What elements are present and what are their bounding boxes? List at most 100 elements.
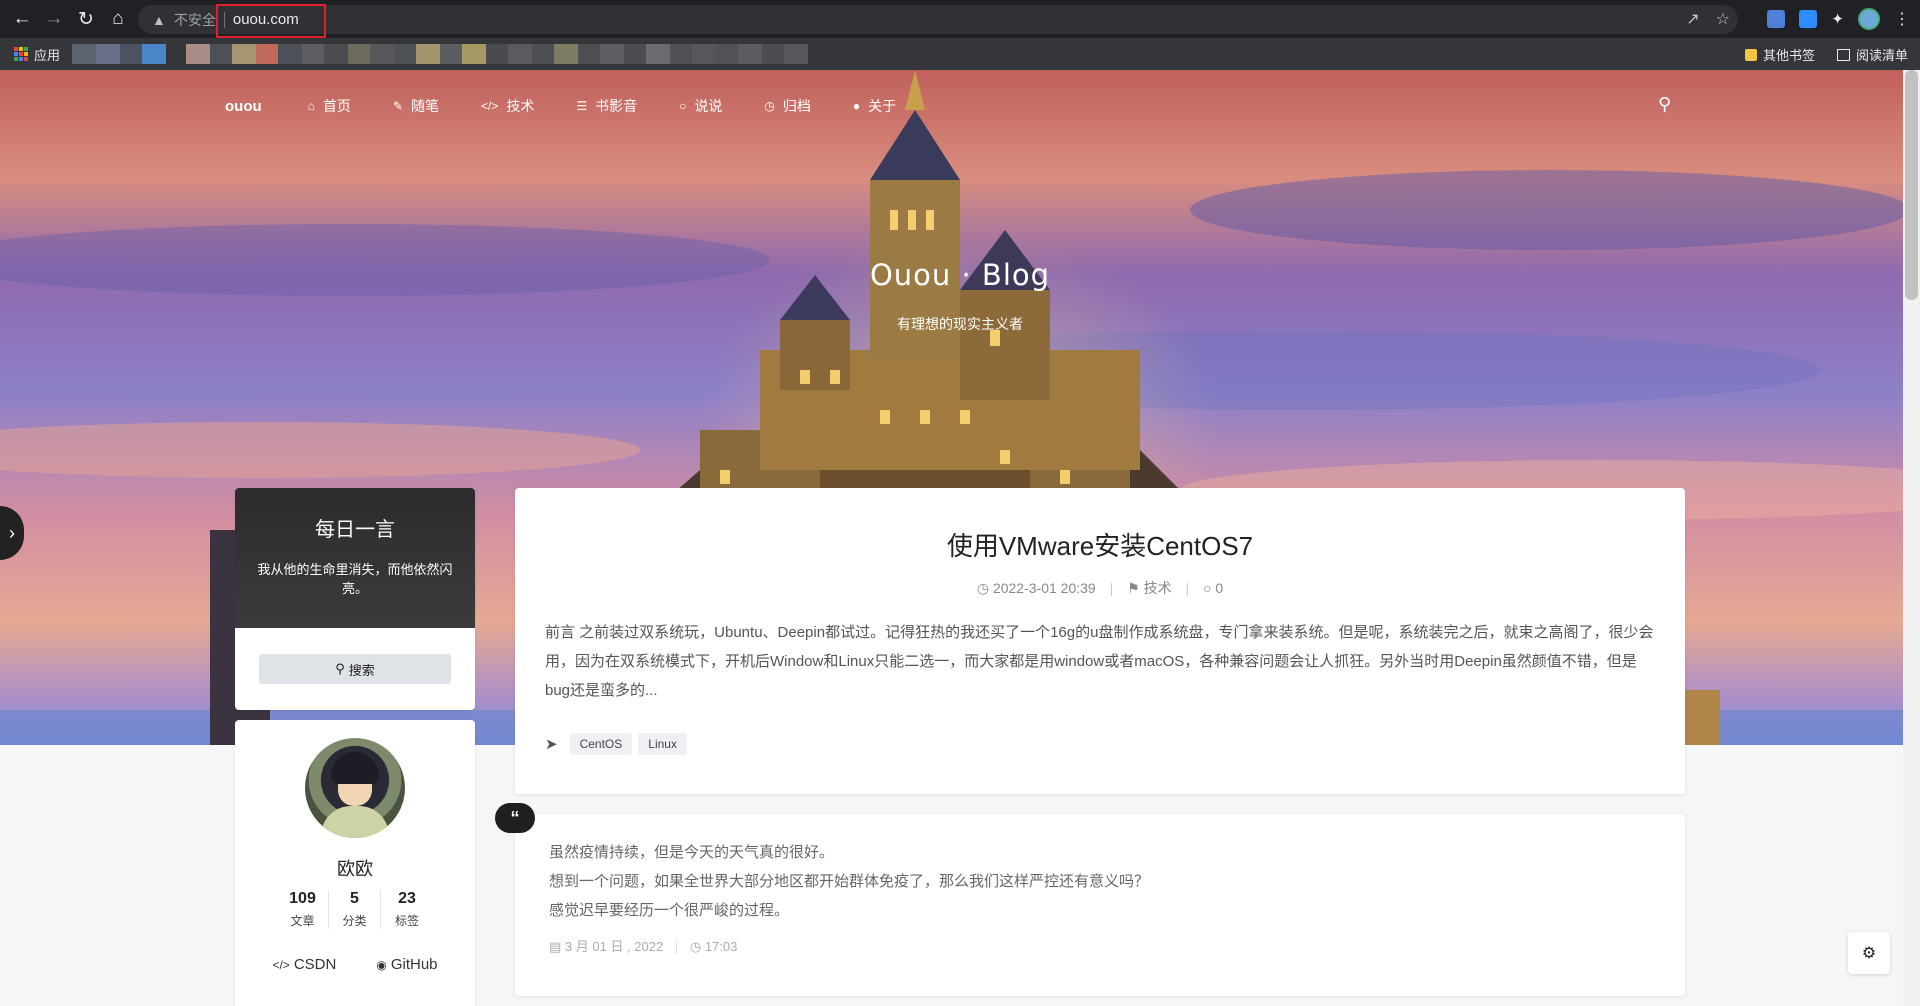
- home-button[interactable]: ⌂: [102, 3, 134, 35]
- avatar[interactable]: [305, 738, 405, 838]
- profile-name: 欧欧: [337, 859, 373, 879]
- profile-avatar[interactable]: [1858, 8, 1880, 30]
- site-navbar: ouou ⌂ 首页 ✎ 随笔 </> 技术 ☰ 书影音 ○ 说说 ◷ 归档 ● 关于: [225, 96, 938, 116]
- code-icon: </>: [272, 958, 290, 972]
- nav-label: 关于: [868, 98, 897, 114]
- chevron-right-icon: ›: [9, 522, 15, 543]
- clock-icon: ◷: [764, 99, 775, 113]
- bookmark-icon: ⚑: [1127, 580, 1140, 596]
- book-icon: ☰: [576, 99, 588, 113]
- talk-meta: ▤ 3 月 01 日 , 2022 | ◷ 17:03: [549, 936, 737, 955]
- web-page: ouou ⌂ 首页 ✎ 随笔 </> 技术 ☰ 书影音 ○ 说说 ◷ 归档 ● 关于 ⚲ Ou…: [0, 70, 1920, 1006]
- clock-icon: ◷: [976, 580, 990, 596]
- pencil-icon: ✎: [392, 99, 403, 113]
- calendar-icon: ▤: [549, 939, 562, 954]
- stat-categories[interactable]: 5 分类: [329, 890, 381, 929]
- nav-label: 首页: [322, 98, 351, 114]
- post-comments[interactable]: 0: [1215, 580, 1223, 596]
- browser-toolbar: ← → ↻ ⌂ ▲ 不安全 ouou.com ↗ ☆ ✦ ⋮: [0, 0, 1920, 38]
- other-bookmarks[interactable]: 其他书签: [1744, 45, 1815, 64]
- clock-icon: ◷: [689, 939, 702, 954]
- divider: |: [1185, 580, 1190, 596]
- daily-quote-card: 每日一言 我从他的生命里消失，而他依然闪亮。 ⚲ 搜索: [235, 488, 475, 710]
- link-label: CSDN: [293, 956, 337, 973]
- forward-button[interactable]: →: [38, 3, 70, 35]
- security-label: 不安全: [173, 11, 216, 28]
- talk-line: 想到一个问题，如果全世界大部分地区都开始群体免疫了，那么我们这样严控还有意义吗？: [549, 873, 1150, 890]
- csdn-link[interactable]: </> CSDN: [272, 956, 336, 973]
- nav-archive[interactable]: ◷ 归档: [764, 96, 810, 116]
- other-bookmarks-label: 其他书签: [1762, 47, 1815, 63]
- hero-subtitle: 有理想的现实主义者: [897, 316, 1023, 332]
- nav-label: 说说: [694, 98, 723, 114]
- user-icon: ●: [852, 99, 861, 113]
- stat-articles[interactable]: 109 文章: [277, 890, 329, 929]
- comment-icon: ○: [1203, 580, 1212, 596]
- search-icon: ⚲: [335, 661, 345, 676]
- nav-essay[interactable]: ✎ 随笔: [393, 96, 439, 116]
- blurred-bookmarks[interactable]: [72, 44, 809, 64]
- nav-label: 随笔: [410, 98, 439, 114]
- post-tags: ➤ CentOS Linux: [545, 733, 687, 755]
- scrollbar[interactable]: [1903, 70, 1920, 1006]
- github-icon: ◉: [376, 958, 387, 972]
- home-icon: ⌂: [307, 99, 315, 113]
- post-title[interactable]: 使用VMware安装CentOS7: [515, 526, 1685, 563]
- post-category[interactable]: 技术: [1144, 580, 1172, 596]
- warning-icon: ▲: [152, 11, 166, 28]
- stat-number: 5: [350, 890, 359, 907]
- nav-media[interactable]: ☰ 书影音: [576, 96, 637, 116]
- talk-content: 虽然疫情持续，但是今天的天气真的很好。 想到一个问题，如果全世界大部分地区都开始…: [549, 838, 1149, 925]
- gear-icon: ⚙: [1861, 945, 1877, 962]
- talk-time: 17:03: [704, 939, 738, 954]
- nav-label: 书影音: [595, 98, 638, 114]
- search-button-label: 搜索: [348, 662, 375, 678]
- post-meta: ◷ 2022-3-01 20:39 | ⚑ 技术 | ○ 0: [515, 578, 1685, 598]
- post-excerpt: 前言 之前装过双系统玩，Ubuntu、Deepin都试过。记得狂热的我还买了一个…: [545, 624, 1654, 699]
- chat-icon: ○: [679, 99, 687, 113]
- puzzle-icon[interactable]: ✦: [1831, 10, 1844, 28]
- settings-button[interactable]: ⚙: [1848, 932, 1890, 974]
- nav-label: 技术: [506, 98, 535, 114]
- github-link[interactable]: ◉ GitHub: [376, 956, 437, 973]
- stat-label: 文章: [290, 914, 315, 928]
- talk-date: 3 月 01 日 , 2022: [564, 939, 664, 954]
- talk-line: 虽然疫情持续，但是今天的天气真的很好。: [549, 844, 835, 861]
- post-card: 使用VMware安装CentOS7 ◷ 2022-3-01 20:39 | ⚑ …: [515, 488, 1685, 794]
- reading-list[interactable]: 阅读清单: [1836, 45, 1908, 64]
- daily-quote-text: 我从他的生命里消失，而他依然闪亮。: [257, 562, 453, 596]
- apps-shortcut[interactable]: 应用: [14, 45, 60, 64]
- stat-number: 109: [289, 890, 316, 907]
- reading-list-icon: [1836, 48, 1850, 61]
- nav-tech[interactable]: </> 技术: [481, 96, 534, 116]
- daily-quote-heading: 每日一言: [315, 519, 395, 541]
- bookmark-star-icon[interactable]: ☆: [1716, 9, 1730, 29]
- apps-grid-icon: [14, 47, 28, 61]
- nav-talk[interactable]: ○ 说说: [679, 96, 722, 116]
- code-icon: </>: [480, 99, 499, 113]
- reload-button[interactable]: ↻: [70, 3, 102, 35]
- tag-chip[interactable]: CentOS: [569, 733, 633, 755]
- divider: |: [1109, 580, 1114, 596]
- tag-chip[interactable]: Linux: [638, 733, 687, 755]
- post-date: 2022-3-01 20:39: [992, 580, 1096, 596]
- nav-about[interactable]: ● 关于: [853, 96, 896, 116]
- menu-icon[interactable]: ⋮: [1894, 9, 1910, 29]
- apps-label: 应用: [34, 47, 61, 63]
- share-icon[interactable]: ↗: [1686, 9, 1699, 29]
- search-icon[interactable]: ⚲: [1658, 94, 1671, 115]
- scrollbar-thumb[interactable]: [1905, 70, 1918, 300]
- stat-label: 标签: [394, 914, 419, 928]
- hero-title: Ouou · Blog: [869, 258, 1051, 292]
- search-button[interactable]: ⚲ 搜索: [259, 654, 451, 684]
- address-bar[interactable]: ▲ 不安全 ouou.com ↗ ☆: [138, 5, 1738, 34]
- url-highlight-box: [216, 4, 326, 38]
- extension-icon[interactable]: [1799, 10, 1818, 28]
- reading-list-label: 阅读清单: [1855, 47, 1908, 63]
- back-button[interactable]: ←: [6, 3, 38, 35]
- profile-card: 欧欧 109 文章 5 分类 23 标签 </> CSDN ◉ GitHub: [235, 720, 475, 1006]
- nav-home[interactable]: ⌂ 首页: [308, 96, 351, 116]
- site-brand[interactable]: ouou: [225, 98, 262, 115]
- translate-extension-icon[interactable]: [1767, 10, 1786, 28]
- stat-tags[interactable]: 23 标签: [381, 890, 433, 929]
